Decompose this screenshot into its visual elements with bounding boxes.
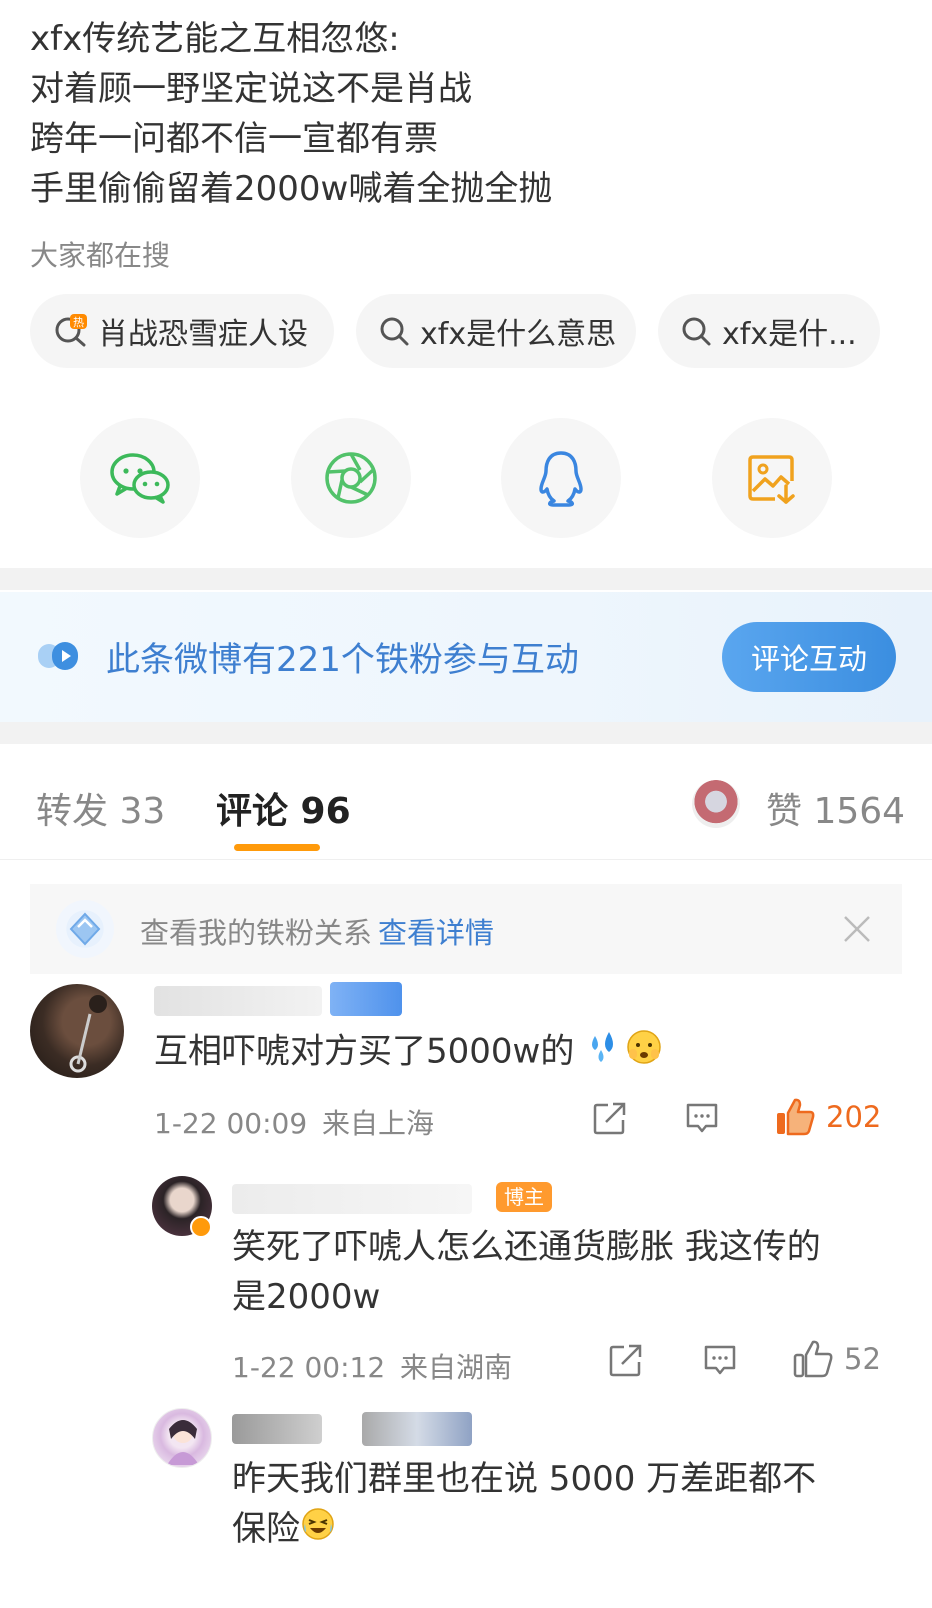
search-chip-label: xfx是什... <box>722 317 857 352</box>
share-icon <box>593 1102 626 1135</box>
search-icon <box>682 317 711 346</box>
post-content: xfx传统艺能之互相忽悠: 对着顾一野坚定说这不是肖战 跨年一问都不信一宣都有票… <box>30 14 910 214</box>
username[interactable] <box>154 986 322 1016</box>
author-badge: 博主 <box>496 1182 552 1212</box>
share-wechat-button[interactable] <box>80 418 200 538</box>
share-icon <box>609 1344 642 1377</box>
active-tab-indicator <box>234 844 320 851</box>
verified-badge-icon <box>190 1216 212 1238</box>
comment-meta: 1-22 00:12 来自湖南 <box>232 1346 512 1386</box>
view-details-link[interactable]: 查看详情 <box>378 916 494 950</box>
post-line: 手里偷偷留着2000w喊着全抛全抛 <box>30 169 553 209</box>
share-row <box>0 418 932 538</box>
sweat-drops-emoji <box>585 1026 625 1080</box>
comment-text: 互相吓唬对方买了5000w的 <box>154 1026 663 1080</box>
username[interactable] <box>232 1414 322 1444</box>
search-chip[interactable]: 热 肖战恐雪症人设 <box>30 294 334 368</box>
share-button[interactable] <box>608 1342 644 1378</box>
reply-button[interactable] <box>702 1342 738 1378</box>
iron-fans-banner: 此条微博有221个铁粉参与互动 评论互动 <box>0 592 932 722</box>
like-button[interactable]: 202 <box>774 1096 881 1138</box>
comment-text-line: 笑死了吓唬人怎么还通货膨胀 我这传的 <box>232 1227 821 1267</box>
trending-search-chips: 热 肖战恐雪症人设 xfx是什么意思 xfx是什... <box>30 294 902 368</box>
user-badge <box>362 1412 472 1446</box>
thumbs-up-icon <box>793 1340 833 1378</box>
section-divider <box>0 722 932 744</box>
trending-search-title: 大家都在搜 <box>30 239 171 272</box>
comment-location: 来自上海 <box>322 1107 435 1140</box>
hot-search-icon: 热 <box>55 314 87 347</box>
moments-icon <box>325 452 377 504</box>
post-line: 跨年一问都不信一宣都有票 <box>30 119 438 159</box>
qq-icon <box>539 451 583 507</box>
post-line: xfx传统艺能之互相忽悠: <box>30 19 400 59</box>
comment-location: 来自湖南 <box>400 1351 513 1384</box>
search-chip-label: xfx是什么意思 <box>420 317 617 352</box>
share-moments-button[interactable] <box>291 418 411 538</box>
comment-text-line-2: 保险 <box>232 1504 892 1556</box>
like-count: 202 <box>826 1100 882 1134</box>
reply-item: 昨天我们群里也在说 5000 万差距都不 保险 <box>0 1400 932 1608</box>
comment-icon <box>704 1345 736 1375</box>
like-button[interactable]: 52 <box>792 1338 881 1380</box>
like-count: 52 <box>844 1342 881 1376</box>
section-divider <box>0 568 932 590</box>
save-image-icon <box>748 455 795 504</box>
liker-avatar <box>692 780 740 828</box>
fans-relation-bar: 查看我的铁粉关系 查看详情 <box>30 884 902 974</box>
comment-text-content: 保险 <box>232 1509 300 1549</box>
close-icon[interactable] <box>842 914 872 944</box>
fans-relation-text: 查看我的铁粉关系 查看详情 <box>140 910 494 952</box>
post-line: 对着顾一野坚定说这不是肖战 <box>30 69 472 109</box>
fans-interaction-icon <box>38 642 78 670</box>
comment-item: 互相吓唬对方买了5000w的 1-22 00:09 来自上海 202 <box>0 980 932 1170</box>
fans-relation-label: 查看我的铁粉关系 <box>140 916 373 950</box>
reply-item: 博主 笑死了吓唬人怎么还通货膨胀 我这传的 是2000w 1-22 00:12 … <box>0 1170 932 1400</box>
comment-interact-button[interactable]: 评论互动 <box>722 622 896 692</box>
comment-meta: 1-22 00:09 来自上海 <box>154 1102 434 1142</box>
reply-button[interactable] <box>684 1100 720 1136</box>
tab-repost[interactable]: 转发 33 <box>36 782 165 834</box>
share-button[interactable] <box>592 1100 628 1136</box>
username[interactable] <box>232 1184 472 1214</box>
search-icon <box>380 317 409 346</box>
fearful-face-emoji <box>625 1027 663 1079</box>
comment-text: 昨天我们群里也在说 5000 万差距都不 保险 <box>232 1454 892 1556</box>
search-chip[interactable]: xfx是什... <box>658 294 880 368</box>
save-image-button[interactable] <box>712 418 832 538</box>
avatar[interactable] <box>30 984 124 1078</box>
iron-fans-text: 此条微博有221个铁粉参与互动 <box>106 640 579 680</box>
comment-text: 笑死了吓唬人怎么还通货膨胀 我这传的 是2000w <box>232 1222 892 1322</box>
comment-time: 1-22 00:12 <box>232 1351 386 1384</box>
tab-like[interactable]: 赞 1564 <box>766 782 905 834</box>
post-tabs: 转发 33 评论 96 赞 1564 <box>0 760 932 860</box>
avatar[interactable] <box>152 1408 212 1468</box>
comment-text-line: 昨天我们群里也在说 5000 万差距都不 <box>232 1459 817 1499</box>
diamond-icon <box>56 900 114 958</box>
comment-text-content: 互相吓唬对方买了5000w的 <box>154 1031 575 1072</box>
share-qq-button[interactable] <box>501 418 621 538</box>
search-chip-label: 肖战恐雪症人设 <box>98 317 308 352</box>
search-chip[interactable]: xfx是什么意思 <box>356 294 636 368</box>
comment-text-line: 是2000w <box>232 1277 381 1317</box>
comment-icon <box>686 1103 718 1133</box>
laughing-emoji <box>300 1506 336 1556</box>
svg-text:热: 热 <box>73 316 84 329</box>
comment-time: 1-22 00:09 <box>154 1107 308 1140</box>
tab-comment[interactable]: 评论 96 <box>216 782 351 834</box>
user-badge <box>330 982 402 1016</box>
thumbs-up-filled-icon <box>777 1098 815 1136</box>
wechat-icon <box>110 453 170 504</box>
